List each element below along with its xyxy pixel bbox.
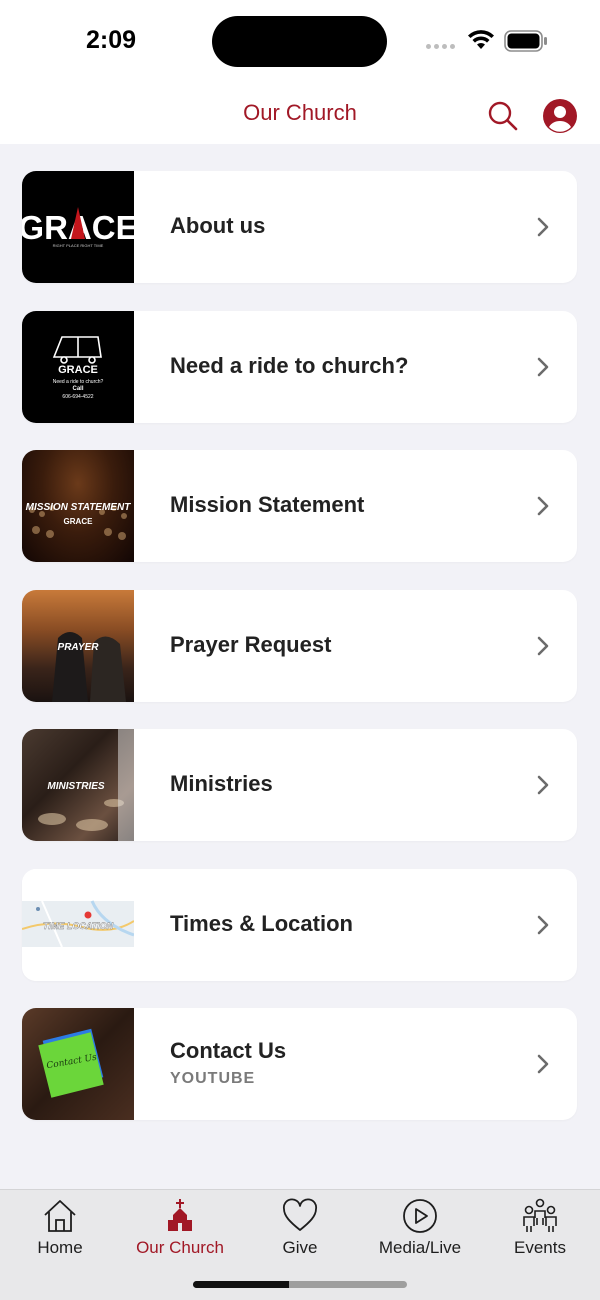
church-icon xyxy=(168,1199,192,1231)
menu-item-label: Prayer Request xyxy=(170,632,332,657)
menu-item-label: About us xyxy=(170,213,266,238)
menu-item-label: Ministries xyxy=(170,771,273,796)
tab-label: Home xyxy=(37,1238,83,1257)
svg-text:GRACE: GRACE xyxy=(64,517,94,526)
chevron-right-icon xyxy=(537,636,549,656)
chevron-right-icon xyxy=(537,775,549,795)
house-icon xyxy=(44,1200,76,1232)
profile-avatar-icon[interactable] xyxy=(543,99,577,133)
prayer-request-thumbnail: PRAYER xyxy=(22,590,134,702)
ride-thumbnail: GRACE Need a ride to church? Call 606-69… xyxy=(22,311,134,423)
about-us-thumbnail: GRACE RIGHT PLACE RIGHT TIME xyxy=(22,171,134,283)
tab-give[interactable]: Give xyxy=(240,1190,360,1270)
tab-home[interactable]: Home xyxy=(0,1190,120,1270)
home-indicator[interactable] xyxy=(193,1281,407,1288)
svg-text:Need a ride to church?: Need a ride to church? xyxy=(53,379,104,385)
svg-text:606-694-4522: 606-694-4522 xyxy=(62,394,93,400)
chevron-right-icon xyxy=(537,496,549,516)
svg-text:MISSION STATEMENT: MISSION STATEMENT xyxy=(26,502,132,513)
contact-us-thumbnail: Contact Us xyxy=(22,1008,134,1120)
heart-icon xyxy=(283,1198,317,1231)
wifi-icon xyxy=(468,30,494,49)
chevron-right-icon xyxy=(537,357,549,377)
menu-item-label: Mission Statement xyxy=(170,492,365,517)
navigation-header: Our Church xyxy=(0,84,600,144)
menu-item-prayer-request[interactable]: PRAYER Prayer Request xyxy=(22,590,577,702)
svg-text:Call: Call xyxy=(72,386,83,392)
svg-text:PRAYER: PRAYER xyxy=(58,642,100,653)
chevron-right-icon xyxy=(537,217,549,237)
menu-item-label: Contact Us xyxy=(170,1038,287,1063)
menu-item-about-us[interactable]: GRACE RIGHT PLACE RIGHT TIME About us xyxy=(22,171,577,283)
tab-label: Events xyxy=(514,1238,566,1257)
thumb-tagline-text: RIGHT PLACE RIGHT TIME xyxy=(53,243,104,248)
cellular-signal-icon xyxy=(426,44,455,49)
play-circle-icon xyxy=(403,1199,437,1233)
menu-item-label: Need a ride to church? xyxy=(170,353,409,378)
status-bar: 2:09 xyxy=(0,0,600,84)
menu-item-times-location[interactable]: TIME LOCATION Times & Location xyxy=(22,869,577,981)
people-icon xyxy=(523,1198,557,1232)
van-icon xyxy=(52,336,102,364)
menu-item-label: Times & Location xyxy=(170,911,353,936)
chevron-right-icon xyxy=(537,915,549,935)
battery-icon xyxy=(504,30,547,52)
tab-label: Give xyxy=(282,1238,318,1257)
svg-text:MINISTRIES: MINISTRIES xyxy=(47,781,105,792)
menu-item-ministries[interactable]: MINISTRIES Ministries xyxy=(22,729,577,841)
tab-events[interactable]: Events xyxy=(480,1190,600,1270)
mission-statement-thumbnail: MISSION STATEMENT GRACE xyxy=(22,450,134,562)
ministries-thumbnail: MINISTRIES xyxy=(22,729,134,841)
status-time: 2:09 xyxy=(86,26,137,54)
tab-our-church[interactable]: Our Church xyxy=(120,1190,240,1270)
svg-text:GRACE: GRACE xyxy=(58,364,98,376)
tab-media-live[interactable]: Media/Live xyxy=(360,1190,480,1270)
chevron-right-icon xyxy=(537,1054,549,1074)
dynamic-island xyxy=(212,16,387,67)
menu-item-contact-us[interactable]: Contact Us Contact Us YOUTUBE xyxy=(22,1008,577,1120)
svg-text:TIME LOCATION: TIME LOCATION xyxy=(43,921,114,931)
tab-label: Our Church xyxy=(136,1238,224,1257)
times-location-thumbnail: TIME LOCATION xyxy=(22,869,134,981)
menu-item-mission-statement[interactable]: MISSION STATEMENT GRACE Mission Statemen… xyxy=(22,450,577,562)
menu-item-need-a-ride[interactable]: GRACE Need a ride to church? Call 606-69… xyxy=(22,311,577,423)
menu-item-subtitle: YOUTUBE xyxy=(170,1070,256,1087)
search-icon[interactable] xyxy=(487,100,519,132)
tab-label: Media/Live xyxy=(378,1238,462,1257)
